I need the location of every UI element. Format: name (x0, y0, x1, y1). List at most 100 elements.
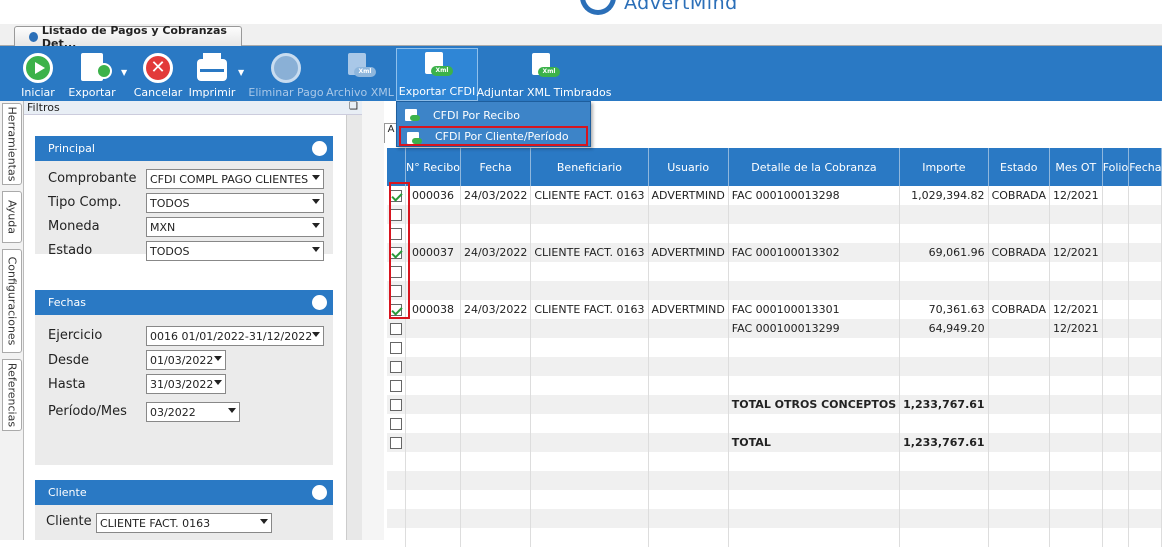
adjuntar-xml-button[interactable]: Xml Adjuntar XML Timbrados (477, 46, 611, 101)
table-row[interactable] (387, 414, 1162, 433)
column-header[interactable]: Usuario (648, 148, 729, 186)
pin-icon[interactable]: ❑ (349, 101, 358, 112)
cell-detalle (728, 357, 901, 376)
ejercicio-select[interactable]: 0016 01/01/2022-31/12/2022 (146, 326, 324, 346)
comprobante-select[interactable]: CFDI COMPL PAGO CLIENTES (146, 169, 324, 189)
column-header[interactable]: Estado (988, 148, 1050, 186)
table-row[interactable] (387, 224, 1162, 243)
column-header[interactable]: Mes OT (1049, 148, 1103, 186)
moneda-select[interactable]: MXN (146, 217, 324, 237)
exportar-caret-icon[interactable]: ▼ (121, 68, 127, 77)
column-header[interactable]: Fecha (460, 148, 532, 186)
row-checkbox[interactable] (390, 399, 402, 411)
periodo-value: 03/2022 (150, 405, 196, 419)
column-header[interactable]: Beneficiario (530, 148, 649, 186)
table-row[interactable]: FAC 000100013299 64,949.20 12/2021 (387, 319, 1162, 338)
table-row[interactable] (387, 528, 1162, 547)
tab-herramientas[interactable]: Herramientas (2, 103, 22, 185)
group-fechas-header[interactable]: Fechas (35, 290, 333, 315)
table-row[interactable] (387, 357, 1162, 376)
column-header[interactable]: Detalle de la Cobranza (728, 148, 901, 186)
menu-item-cfdi-recibo[interactable]: CFDI Por Recibo (399, 105, 588, 125)
cell-importe: 69,061.96 (899, 243, 989, 262)
cell-mes: 12/2021 (1049, 319, 1103, 338)
table-row[interactable] (387, 452, 1162, 471)
cell-importe (899, 376, 989, 395)
collapse-icon[interactable] (312, 141, 327, 156)
tab-referencias[interactable]: Referencias (2, 359, 22, 431)
cell-beneficiario (530, 376, 649, 395)
imprimir-caret-icon[interactable]: ▼ (238, 68, 244, 77)
cell-recibo (405, 471, 461, 490)
hasta-date[interactable]: 31/03/2022 (146, 374, 226, 394)
tab-configuraciones[interactable]: Configuraciones (2, 249, 22, 353)
estado-select[interactable]: TODOS (146, 241, 324, 261)
table-row[interactable] (387, 471, 1162, 490)
row-checkbox[interactable] (390, 437, 402, 449)
group-principal-header[interactable]: Principal (35, 136, 333, 161)
row-checkbox-cell (387, 357, 406, 376)
row-checkbox[interactable] (390, 380, 402, 392)
collapse-icon[interactable] (312, 295, 327, 310)
ejercicio-row: Ejercicio (48, 328, 102, 343)
table-row[interactable] (387, 338, 1162, 357)
eliminar-pago-button[interactable]: Eliminar Pago (248, 46, 324, 101)
exportar-button[interactable]: Exportar (64, 46, 120, 101)
cliente-row: Cliente (46, 514, 92, 529)
cell-recibo (405, 376, 461, 395)
cell-recibo (405, 357, 461, 376)
vertical-tab-bar: Herramientas Ayuda Configuraciones Refer… (0, 101, 24, 540)
chevron-down-icon (228, 408, 236, 413)
iniciar-button[interactable]: Iniciar (14, 46, 62, 101)
table-row[interactable] (387, 262, 1162, 281)
table-row[interactable]: 000036 24/03/2022 CLIENTE FACT. 0163 ADVERT… (387, 186, 1162, 205)
row-checkbox[interactable] (390, 418, 402, 430)
group-cliente-header[interactable]: Cliente (35, 480, 333, 505)
tipo-select[interactable]: TODOS (146, 193, 324, 213)
cell-recibo (405, 262, 461, 281)
table-row[interactable] (387, 490, 1162, 509)
cell-fecha (460, 414, 532, 433)
column-header[interactable]: Importe (899, 148, 989, 186)
column-header[interactable]: N° Recibo (405, 148, 461, 186)
exportar-cfdi-button[interactable]: Xml Exportar CFDI (396, 48, 478, 101)
table-row[interactable] (387, 376, 1162, 395)
row-checkbox[interactable] (390, 342, 402, 354)
imprimir-button[interactable]: Imprimir (187, 46, 237, 101)
cell-empty (1128, 509, 1162, 528)
cell-recibo: 000036 (405, 186, 461, 205)
cancelar-button[interactable]: ✕ Cancelar (132, 46, 184, 101)
cell-recibo (405, 433, 461, 452)
cell-usuario (648, 376, 729, 395)
cell-empty (1128, 338, 1162, 357)
collapse-icon[interactable] (312, 485, 327, 500)
tab-ayuda[interactable]: Ayuda (2, 191, 22, 243)
table-row[interactable]: TOTAL OTROS CONCEPTOS 1,233,767.61 (387, 395, 1162, 414)
table-row[interactable] (387, 281, 1162, 300)
table-row[interactable] (387, 205, 1162, 224)
cliente-value: CLIENTE FACT. 0163 (100, 516, 211, 530)
periodo-select[interactable]: 03/2022 (146, 402, 240, 422)
table-row[interactable] (387, 509, 1162, 528)
row-checkbox[interactable] (390, 361, 402, 373)
cell-empty (1102, 414, 1130, 433)
table-row[interactable]: TOTAL 1,233,767.61 (387, 433, 1162, 452)
menu-item-cfdi-cliente-periodo[interactable]: CFDI Por Cliente/Período (399, 126, 588, 146)
row-checkbox-cell (387, 433, 406, 452)
filters-scrollbar[interactable] (346, 115, 362, 540)
filters-body: Principal Comprobante CFDI COMPL PAGO CL… (24, 115, 346, 540)
cancelar-label: Cancelar (133, 86, 183, 99)
column-header[interactable] (387, 148, 406, 186)
cell-empty (1102, 471, 1130, 490)
table-row[interactable]: 000038 24/03/2022 CLIENTE FACT. 0163 ADVERT… (387, 300, 1162, 319)
row-checkbox-cell (387, 338, 406, 357)
cliente-select[interactable]: CLIENTE FACT. 0163 (96, 513, 272, 533)
column-header[interactable]: Folio (1102, 148, 1130, 186)
row-checkbox[interactable] (390, 323, 402, 335)
table-row[interactable]: 000037 24/03/2022 CLIENTE FACT. 0163 ADVERT… (387, 243, 1162, 262)
archivo-xml-button[interactable]: Xml Archivo XML (326, 46, 394, 101)
document-tab[interactable]: Listado de Pagos y Cobranzas Det... (14, 24, 242, 50)
column-header[interactable]: Fecha (1128, 148, 1162, 186)
desde-date[interactable]: 01/03/2022 (146, 350, 226, 370)
row-checkbox-cell (387, 452, 406, 471)
